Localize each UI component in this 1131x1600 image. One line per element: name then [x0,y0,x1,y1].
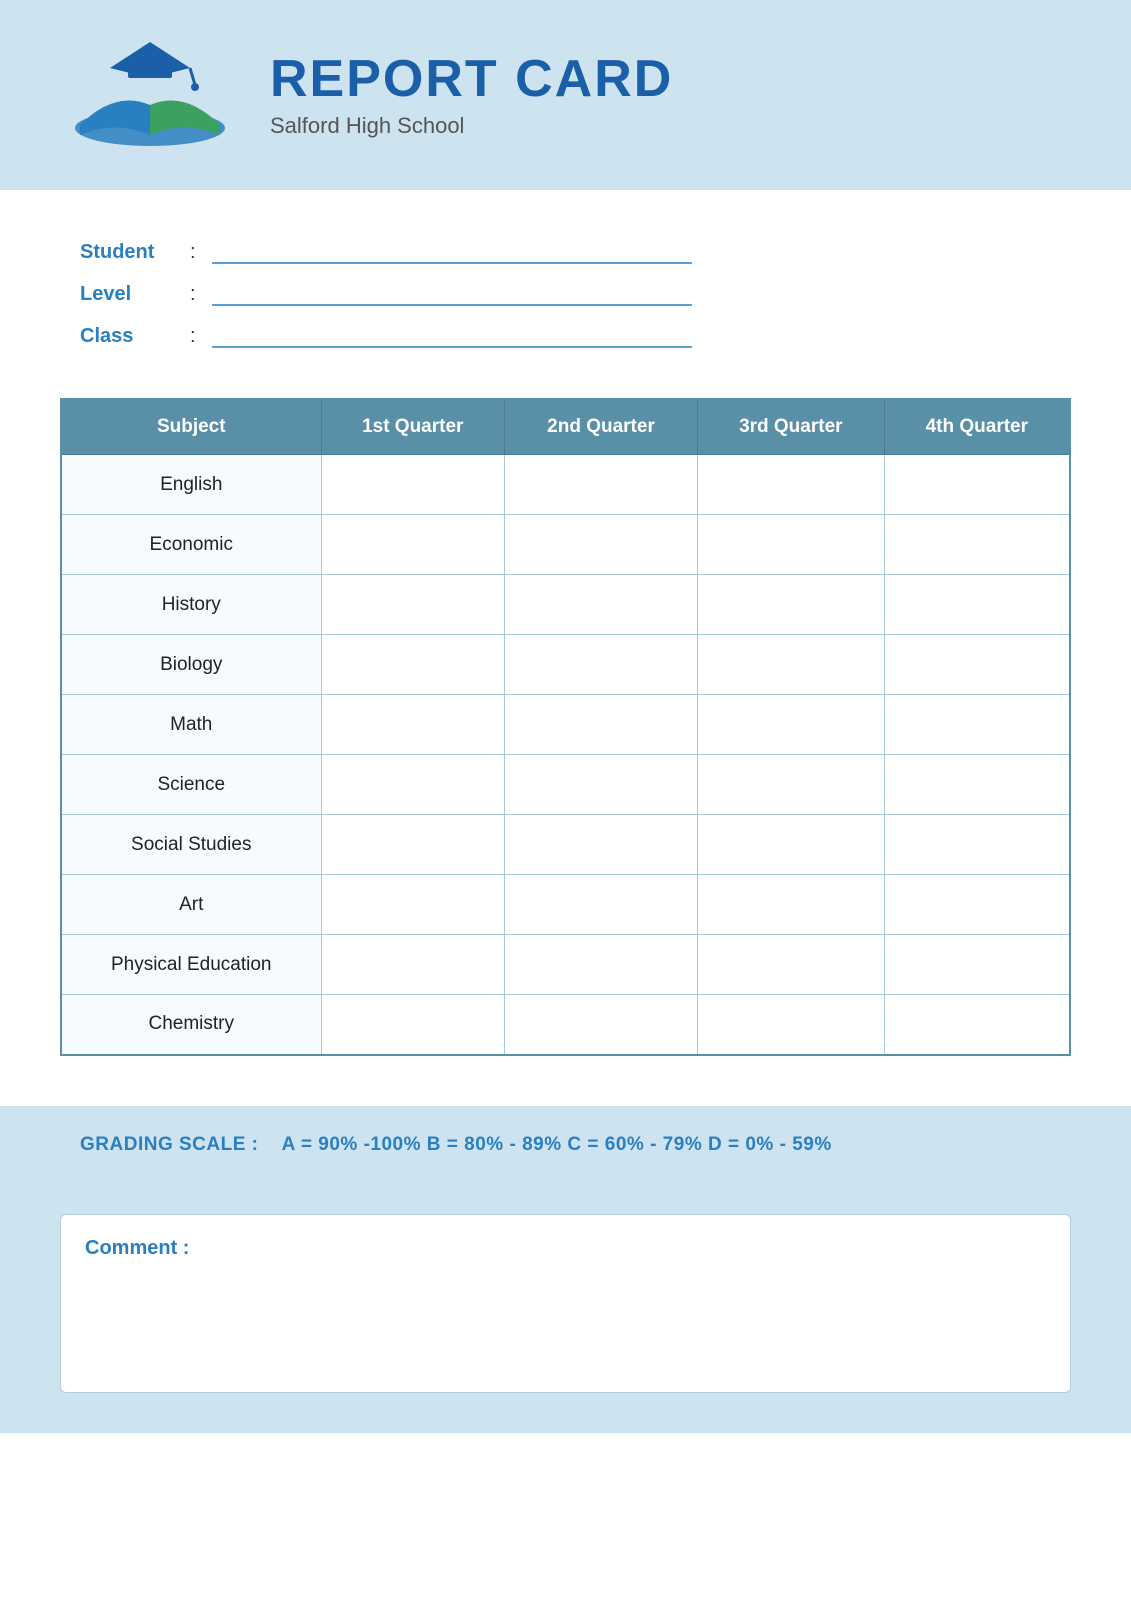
level-input[interactable] [212,282,692,306]
q4-grade-cell[interactable] [884,635,1070,695]
subject-cell: English [61,455,321,515]
table-section: Subject 1st Quarter 2nd Quarter 3rd Quar… [0,378,1131,1086]
level-row: Level : [80,282,1051,306]
subject-cell: Chemistry [61,995,321,1055]
q4-grade-cell[interactable] [884,695,1070,755]
class-row: Class : [80,324,1051,348]
subject-cell: Science [61,755,321,815]
comment-section: Comment : [0,1184,1131,1433]
col-q3: 3rd Quarter [697,399,884,455]
q1-grade-cell[interactable] [321,875,505,935]
page: REPORT CARD Salford High School Student … [0,0,1131,1600]
subject-cell: Biology [61,635,321,695]
q4-grade-cell[interactable] [884,875,1070,935]
q4-grade-cell[interactable] [884,995,1070,1055]
col-q4: 4th Quarter [884,399,1070,455]
q4-grade-cell[interactable] [884,515,1070,575]
table-row: Physical Education [61,935,1070,995]
q3-grade-cell[interactable] [697,935,884,995]
class-colon: : [190,325,196,348]
q1-grade-cell[interactable] [321,995,505,1055]
q4-grade-cell[interactable] [884,755,1070,815]
table-row: Economic [61,515,1070,575]
q2-grade-cell[interactable] [505,875,698,935]
header-text: REPORT CARD Salford High School [270,51,673,138]
table-row: Social Studies [61,815,1070,875]
q3-grade-cell[interactable] [697,995,884,1055]
q1-grade-cell[interactable] [321,935,505,995]
q2-grade-cell[interactable] [505,995,698,1055]
q1-grade-cell[interactable] [321,575,505,635]
q2-grade-cell[interactable] [505,635,698,695]
subject-cell: History [61,575,321,635]
col-q2: 2nd Quarter [505,399,698,455]
q3-grade-cell[interactable] [697,815,884,875]
comment-box: Comment : [60,1214,1071,1393]
school-name: Salford High School [270,113,673,139]
table-row: Chemistry [61,995,1070,1055]
q3-grade-cell[interactable] [697,575,884,635]
level-label: Level [80,283,180,306]
class-input[interactable] [212,324,692,348]
q3-grade-cell[interactable] [697,875,884,935]
student-colon: : [190,241,196,264]
student-info-section: Student : Level : Class : [0,190,1131,378]
q3-grade-cell[interactable] [697,755,884,815]
q3-grade-cell[interactable] [697,695,884,755]
subject-cell: Math [61,695,321,755]
q1-grade-cell[interactable] [321,755,505,815]
table-row: Art [61,875,1070,935]
q3-grade-cell[interactable] [697,635,884,695]
table-row: English [61,455,1070,515]
q4-grade-cell[interactable] [884,935,1070,995]
subject-cell: Social Studies [61,815,321,875]
grades-table: Subject 1st Quarter 2nd Quarter 3rd Quar… [60,398,1071,1056]
q2-grade-cell[interactable] [505,695,698,755]
comment-label: Comment : [85,1237,1046,1260]
table-row: History [61,575,1070,635]
q3-grade-cell[interactable] [697,455,884,515]
q4-grade-cell[interactable] [884,455,1070,515]
subject-cell: Economic [61,515,321,575]
q2-grade-cell[interactable] [505,935,698,995]
q4-grade-cell[interactable] [884,575,1070,635]
q2-grade-cell[interactable] [505,815,698,875]
col-subject: Subject [61,399,321,455]
q4-grade-cell[interactable] [884,815,1070,875]
col-q1: 1st Quarter [321,399,505,455]
level-colon: : [190,283,196,306]
q2-grade-cell[interactable] [505,455,698,515]
subject-cell: Art [61,875,321,935]
page-title: REPORT CARD [270,51,673,108]
q3-grade-cell[interactable] [697,515,884,575]
table-row: Science [61,755,1070,815]
q2-grade-cell[interactable] [505,575,698,635]
grading-scale-label: GRADING SCALE : A = 90% -100% B = 80% - … [80,1134,832,1155]
q1-grade-cell[interactable] [321,515,505,575]
subject-cell: Physical Education [61,935,321,995]
q1-grade-cell[interactable] [321,695,505,755]
table-row: Biology [61,635,1070,695]
q1-grade-cell[interactable] [321,635,505,695]
class-label: Class [80,325,180,348]
header-section: REPORT CARD Salford High School [0,0,1131,190]
q1-grade-cell[interactable] [321,455,505,515]
table-header-row: Subject 1st Quarter 2nd Quarter 3rd Quar… [61,399,1070,455]
q2-grade-cell[interactable] [505,755,698,815]
q2-grade-cell[interactable] [505,515,698,575]
logo-area [60,30,240,160]
school-logo [60,30,240,160]
student-row: Student : [80,240,1051,264]
student-label: Student [80,241,180,264]
comment-content[interactable] [85,1270,1046,1370]
q1-grade-cell[interactable] [321,815,505,875]
grading-scale-section: GRADING SCALE : A = 90% -100% B = 80% - … [0,1106,1131,1184]
student-input[interactable] [212,240,692,264]
table-row: Math [61,695,1070,755]
